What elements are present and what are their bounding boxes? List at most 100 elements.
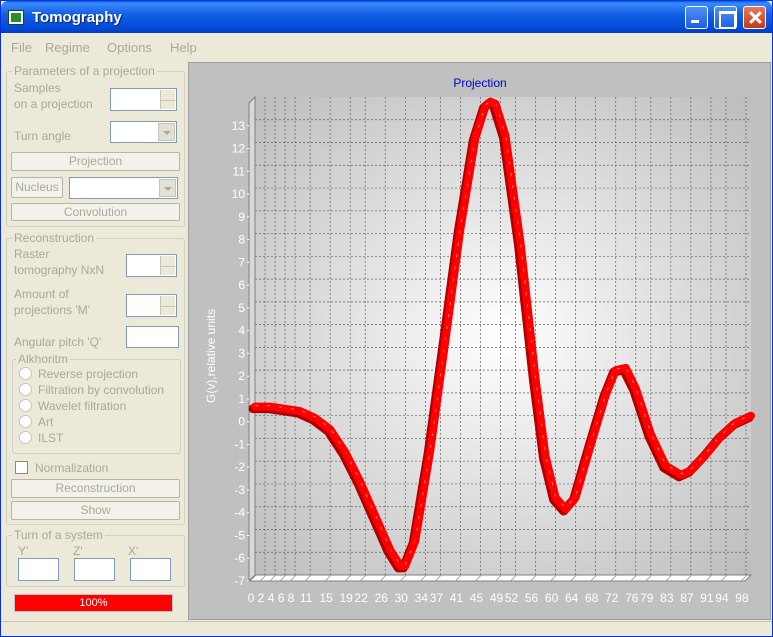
series-point	[344, 451, 347, 454]
menu-help[interactable]: Help	[170, 40, 197, 55]
turn-angle-label: Turn angle	[14, 129, 71, 143]
series-point	[254, 405, 256, 408]
maximize-button[interactable]	[714, 6, 737, 29]
x-tick-label: 34	[415, 591, 429, 605]
raster-spinner-arrows[interactable]	[160, 256, 175, 275]
nucleus-select[interactable]	[69, 177, 178, 199]
x-tick-label: 45	[470, 591, 484, 605]
series-point	[414, 539, 417, 542]
projection-button[interactable]: Projection	[11, 152, 180, 171]
x-tick-label: 49	[490, 591, 504, 605]
series-point	[444, 339, 447, 342]
reconstruction-button[interactable]: Reconstruction	[11, 479, 180, 498]
raster-spinner[interactable]	[126, 254, 177, 277]
turn-system-title: Turn of a system	[12, 528, 105, 542]
x-tick-label: 79	[640, 591, 654, 605]
normalization-checkbox[interactable]	[15, 461, 28, 474]
radio-reverse-projection[interactable]	[19, 367, 32, 380]
menu-regime[interactable]: Regime	[45, 40, 90, 55]
radio-label: Filtration by convolution	[38, 383, 165, 397]
series-point	[359, 480, 362, 483]
menu-options[interactable]: Options	[107, 40, 152, 55]
series-point	[534, 378, 537, 381]
x-tick-label: 2	[258, 591, 265, 605]
menu-file[interactable]: File	[11, 40, 32, 55]
series-point	[649, 432, 652, 435]
chevron-down-icon[interactable]	[159, 179, 176, 197]
series-point	[489, 100, 492, 103]
minimize-button[interactable]	[685, 6, 708, 29]
series-point	[734, 421, 737, 424]
x-tick-label: 72	[605, 591, 619, 605]
radio-filtration-convolution[interactable]	[19, 383, 32, 396]
x-tick-label: 83	[660, 591, 674, 605]
projections-spinner[interactable]	[126, 294, 177, 317]
x-tick-label: 22	[355, 591, 369, 605]
y-tick-label: 9	[238, 210, 245, 224]
series-point	[389, 548, 392, 551]
radio-ilst[interactable]	[19, 431, 32, 444]
radio-label: Art	[38, 415, 54, 429]
x-tick-label: 56	[525, 591, 539, 605]
chart-title: Projection	[453, 76, 506, 90]
y-tick-label: 13	[232, 119, 246, 133]
turn-z-input[interactable]	[74, 558, 115, 581]
x-tick-label: 19	[340, 591, 354, 605]
normalization-label: Normalization	[35, 461, 109, 475]
x-tick-label: 91	[700, 591, 714, 605]
algorithm-title: Alkhoritm	[16, 352, 71, 366]
series-point	[614, 369, 617, 372]
y-tick-label: -4	[234, 506, 245, 520]
series-point	[589, 444, 592, 447]
y-tick-label: 6	[238, 278, 245, 292]
close-button[interactable]	[743, 6, 766, 29]
series-point	[299, 410, 302, 413]
x-tick-label: 64	[565, 591, 579, 605]
y-tick-label: -1	[234, 437, 245, 451]
samples-spinner-arrows[interactable]	[160, 90, 175, 109]
y-tick-label: 12	[232, 142, 246, 156]
angular-pitch-label: Angular pitch 'Q'	[14, 335, 102, 349]
series-point	[284, 407, 287, 410]
radio-wavelet-filtration[interactable]	[19, 399, 32, 412]
turn-angle-select[interactable]	[110, 121, 177, 143]
nucleus-button[interactable]: Nucleus	[11, 177, 63, 198]
y-axis-label: G(v),relative units	[204, 309, 218, 403]
y-tick-label: -3	[234, 483, 245, 497]
radio-label: ILST	[38, 431, 64, 445]
x-tick-label: 52	[505, 591, 519, 605]
y-tick-label: 2	[238, 369, 245, 383]
turn-x-input[interactable]	[130, 558, 171, 581]
progress-bar: 100%	[14, 594, 173, 612]
main-window: Tomography File Regime Options Help Para…	[0, 0, 773, 637]
x-tick-label: 15	[319, 591, 333, 605]
x-tick-label: 30	[395, 591, 409, 605]
raster-label-line1: Raster	[14, 247, 50, 261]
turn-y-input[interactable]	[18, 558, 59, 581]
x-tick-label: 37	[430, 591, 444, 605]
y-tick-label: 0	[238, 415, 245, 429]
projections-spinner-arrows[interactable]	[160, 296, 175, 315]
series-point	[544, 455, 547, 458]
series-point	[404, 564, 407, 567]
series-point	[484, 105, 487, 108]
samples-spinner[interactable]	[110, 88, 177, 111]
series-point	[664, 464, 667, 467]
raster-label-line2: tomography NxN	[14, 263, 105, 277]
series-point	[704, 453, 707, 456]
angular-pitch-input[interactable]	[126, 326, 179, 348]
chart-panel: Projection G(v),relative units -7 -6 -5 -4 -…	[188, 62, 771, 620]
series-point	[604, 394, 607, 397]
title-bar[interactable]: Tomography	[1, 1, 772, 33]
y-tick-label: -5	[234, 528, 245, 542]
status-bar	[1, 621, 772, 637]
chevron-down-icon[interactable]	[158, 123, 175, 141]
axis-y-label: Y'	[18, 544, 29, 558]
show-button[interactable]: Show	[11, 501, 180, 520]
y-tick-label: 7	[238, 255, 245, 269]
convolution-button[interactable]: Convolution	[11, 203, 180, 221]
radio-art[interactable]	[19, 415, 32, 428]
x-tick-label: 68	[585, 591, 599, 605]
series-point	[269, 405, 272, 408]
series-point	[554, 496, 557, 499]
